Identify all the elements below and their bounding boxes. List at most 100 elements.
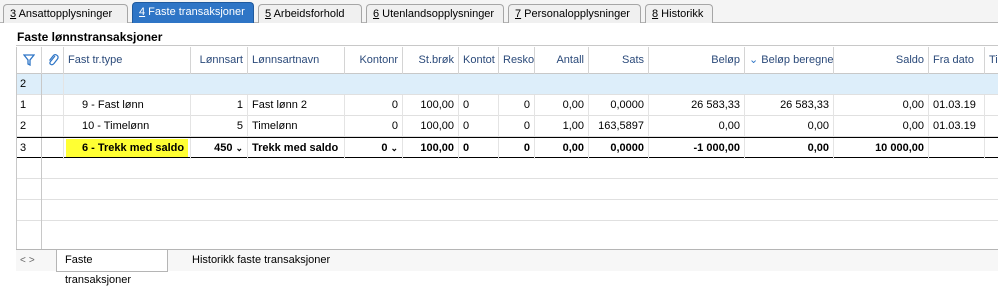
cell <box>42 74 64 95</box>
col-sats[interactable]: Sats <box>589 47 649 74</box>
tab-label: Faste transaksjoner <box>145 6 245 18</box>
cell-belop[interactable]: 0,00 <box>649 116 745 137</box>
cell-fast-tr-type[interactable]: 6 - Trekk med saldo <box>64 138 191 159</box>
cell-fra-dato[interactable]: 01.03.19 <box>929 116 985 137</box>
cell-kontot[interactable]: 0 <box>459 138 499 159</box>
chevron-down-icon[interactable]: ⌄ <box>390 143 398 153</box>
tab-label: Historikk <box>658 8 704 20</box>
attachment-icon[interactable] <box>42 47 64 74</box>
cell-saldo[interactable]: 0,00 <box>834 116 929 137</box>
cell-kontot[interactable]: 0 <box>459 116 499 137</box>
col-resko[interactable]: Resko <box>499 47 535 74</box>
cell-antall[interactable]: 1,00 <box>535 116 589 137</box>
cell-belop-beregnet[interactable]: 0,00 <box>745 138 834 159</box>
tab-label: Ansattopplysninger <box>16 8 113 20</box>
row-number <box>17 158 42 179</box>
cell-st-brok[interactable]: 100,00 <box>403 95 459 116</box>
tab-label: Personalopplysninger <box>521 8 630 20</box>
col-lonnsartnavn[interactable]: Lønnsartnavn <box>248 47 345 74</box>
empty-row <box>17 200 998 221</box>
col-belop[interactable]: Beløp <box>649 47 745 74</box>
cell-resko[interactable]: 0 <box>499 95 535 116</box>
row-number: 1 <box>17 95 42 116</box>
highlighted-type: 6 - Trekk med saldo <box>66 139 188 157</box>
cell <box>42 95 64 116</box>
cell-lonnsartnavn[interactable]: Trekk med saldo <box>248 138 345 159</box>
cell-belop[interactable]: 26 583,33 <box>649 95 745 116</box>
empty-row <box>17 179 998 200</box>
cell-sats[interactable]: 0,0000 <box>589 95 649 116</box>
cell-kontonr-value: 0 <box>381 142 388 154</box>
tab-ansattopplysninger[interactable]: 3 Ansattopplysninger <box>3 4 128 23</box>
cell-kontonr[interactable]: 0 ⌄ <box>345 138 403 159</box>
row-number: 2 <box>17 74 42 95</box>
row-number: 2 <box>17 116 42 137</box>
sort-chevron-icon: ⌄ <box>749 54 759 66</box>
row-number: 3 <box>17 138 42 159</box>
cell-lonnsart-value: 450 <box>214 142 233 154</box>
cell-saldo[interactable]: 10 000,00 <box>834 138 929 159</box>
col-fra-dato[interactable]: Fra dato <box>929 47 985 74</box>
filter-icon[interactable] <box>17 47 42 74</box>
col-fast-tr-type[interactable]: Fast tr.type <box>64 47 191 74</box>
cell-st-brok[interactable]: 100,00 <box>403 138 459 159</box>
cell-lonnsart[interactable]: 1 <box>191 95 248 116</box>
table-row[interactable]: 3 6 - Trekk med saldo 450 ⌄ Trekk med sal… <box>17 137 998 159</box>
col-kontonr[interactable]: Kontonr <box>345 47 403 74</box>
cell-sats[interactable]: 0,0000 <box>589 138 649 159</box>
cell-lonnsartnavn[interactable]: Timelønn <box>248 116 345 137</box>
cell-saldo[interactable]: 0,00 <box>834 95 929 116</box>
cell-lonnsart[interactable]: 5 <box>191 116 248 137</box>
tab-faste-transaksjoner-bottom[interactable]: Faste transaksjoner <box>56 250 168 286</box>
cell-sats[interactable]: 163,5897 <box>589 116 649 137</box>
cell <box>42 116 64 137</box>
tab-faste-transaksjoner[interactable]: 4 Faste transaksjoner <box>132 2 254 23</box>
tab-arbeidsforhold[interactable]: 5 Arbeidsforhold <box>258 4 362 23</box>
tab-historikk[interactable]: 8 Historikk <box>645 4 713 23</box>
tab-label: Utenlandsopplysninger <box>379 8 495 20</box>
tab-strip: 3 Ansattopplysninger 4 Faste transaksjon… <box>0 0 998 23</box>
table-row[interactable]: 1 9 - Fast lønn 1 Fast lønn 2 0 100,00 0… <box>17 95 998 116</box>
section-title: Faste lønnstransaksjoner <box>17 30 163 44</box>
cell <box>42 138 64 159</box>
col-ti[interactable]: Ti <box>985 47 998 74</box>
cell-lonnsartnavn[interactable]: Fast lønn 2 <box>248 95 345 116</box>
cell-kontot[interactable]: 0 <box>459 95 499 116</box>
cell-kontonr[interactable]: 0 <box>345 95 403 116</box>
cell-lonnsart[interactable]: 450 ⌄ <box>191 138 248 159</box>
cell-kontonr[interactable]: 0 <box>345 116 403 137</box>
cell-fra-dato[interactable]: 01.03.19 <box>929 95 985 116</box>
cell-fast-tr-type[interactable]: 9 - Fast lønn <box>64 95 191 116</box>
cell-belop-beregnet[interactable]: 0,00 <box>745 116 834 137</box>
col-lonnsart[interactable]: Lønnsart <box>191 47 248 74</box>
cell-fast-tr-type[interactable]: 10 - Timelønn <box>64 116 191 137</box>
col-antall[interactable]: Antall <box>535 47 589 74</box>
cell-antall[interactable]: 0,00 <box>535 138 589 159</box>
cell-resko[interactable]: 0 <box>499 116 535 137</box>
tab-historikk-faste-transaksjoner[interactable]: Historikk faste transaksjoner <box>184 250 354 272</box>
row-number <box>17 200 42 221</box>
tab-personalopplysninger[interactable]: 7 Personalopplysninger <box>508 4 641 23</box>
divider <box>16 45 998 46</box>
transactions-grid: Fast tr.type Lønnsart Lønnsartnavn Konto… <box>16 47 998 249</box>
cell-antall[interactable]: 0,00 <box>535 95 589 116</box>
cell-fra-dato[interactable] <box>929 138 985 159</box>
table-row[interactable]: 2 <box>17 74 998 95</box>
tab-utenlandsopplysninger[interactable]: 6 Utenlandsopplysninger <box>366 4 504 23</box>
tab-nav-arrows[interactable]: <> <box>16 252 46 270</box>
col-belop-beregnet[interactable]: ⌄ Beløp beregnet <box>745 47 834 74</box>
col-st-brok[interactable]: St.brøk <box>403 47 459 74</box>
cell-st-brok[interactable]: 100,00 <box>403 116 459 137</box>
cell-belop[interactable]: -1 000,00 <box>649 138 745 159</box>
chevron-down-icon[interactable]: ⌄ <box>235 143 243 153</box>
col-saldo[interactable]: Saldo <box>834 47 929 74</box>
empty-row <box>17 221 998 249</box>
bottom-tab-bar: <> Faste transaksjoner Historikk faste t… <box>16 249 998 286</box>
col-belop-beregnet-label: Beløp beregnet <box>761 54 834 66</box>
empty-row <box>17 158 998 179</box>
cell-resko[interactable]: 0 <box>499 138 535 159</box>
table-row[interactable]: 2 10 - Timelønn 5 Timelønn 0 100,00 0 0 … <box>17 116 998 137</box>
cell-belop-beregnet[interactable]: 26 583,33 <box>745 95 834 116</box>
row-number <box>17 221 42 249</box>
col-kontot[interactable]: Kontot <box>459 47 499 74</box>
